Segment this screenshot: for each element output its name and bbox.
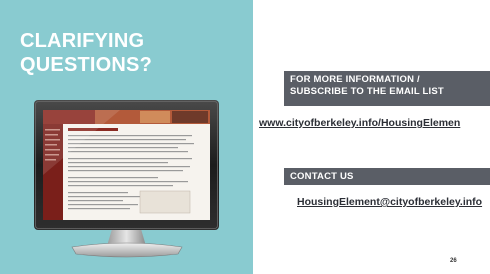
desktop-monitor-icon [34, 100, 219, 258]
more-info-heading-line-1: FOR MORE INFORMATION / [290, 74, 420, 85]
email-link[interactable]: HousingElement@cityofberkeley.info [297, 196, 490, 208]
more-info-banner: FOR MORE INFORMATION / SUBSCRIBE TO THE … [284, 71, 490, 106]
more-info-heading-line-2: SUBSCRIBE TO THE EMAIL LIST [290, 86, 444, 97]
contact-banner: CONTACT US [284, 168, 490, 185]
page-number: 26 [450, 258, 457, 264]
website-link[interactable]: www.cityofberkeley.info/HousingElemen [259, 117, 490, 129]
